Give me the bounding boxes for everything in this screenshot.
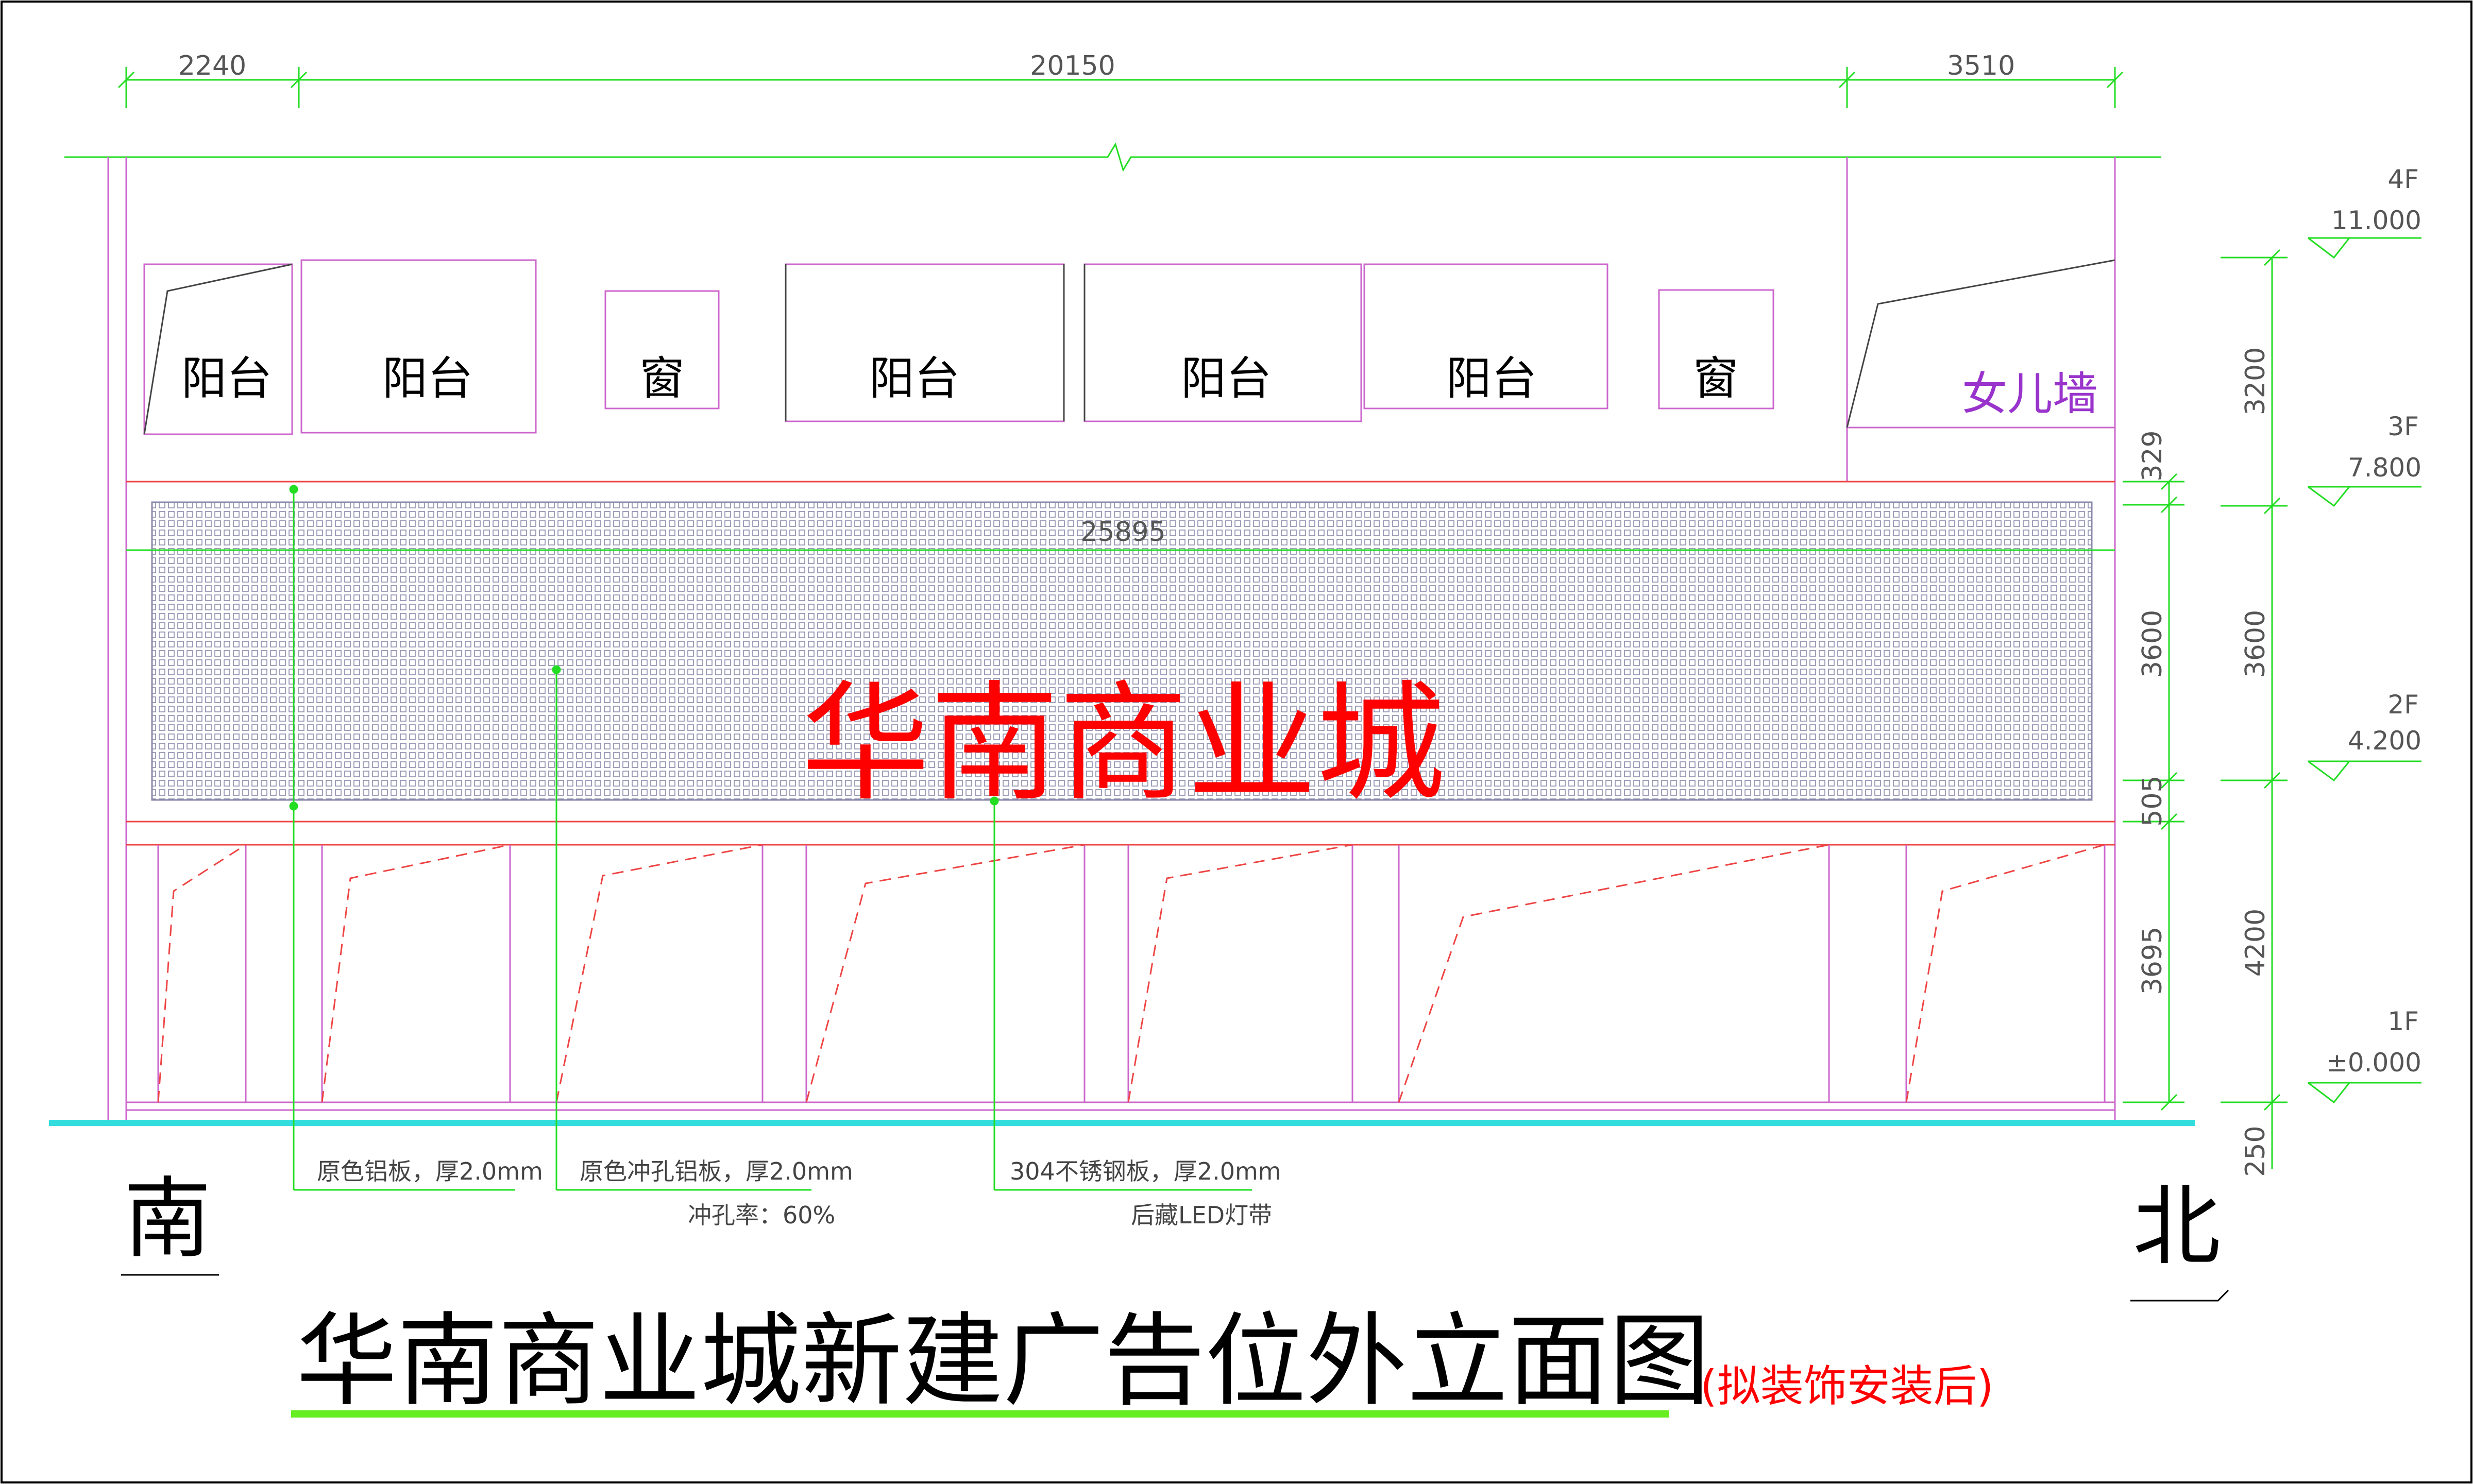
drawing-title: 华南商业城新建广告位外立面图 xyxy=(296,1303,1710,1420)
storefront-bays xyxy=(157,845,2106,1102)
room-label-balcony-1: 阳台 xyxy=(181,352,272,405)
room-label-balcony-3: 阳台 xyxy=(869,352,960,405)
sign-text: 华南商业城 xyxy=(801,669,1445,818)
title-underline xyxy=(291,1410,1669,1418)
annotation-aluminium-plate: 原色铝板，厚2.0mm xyxy=(317,1157,543,1185)
level-marker-2f: 2F 4.200 xyxy=(2308,690,2421,782)
door-swing-lines xyxy=(157,844,2105,1103)
dim-3200: 3200 xyxy=(2240,347,2271,415)
level-marker-1f: 1F ±0.000 xyxy=(2308,1007,2421,1104)
drawing-subtitle: (拟装饰安装后) xyxy=(1700,1361,1994,1411)
elevation-drawing: 2240 20150 3510 阳台 阳台 窗 阳台 阳台 阳台 窗 女儿墙 2… xyxy=(1,1,2472,1483)
perspective-lines xyxy=(143,259,2115,435)
parapet-label: 女儿墙 xyxy=(1962,367,2098,420)
dim-3695: 3695 xyxy=(2137,927,2168,995)
dim-329: 329 xyxy=(2137,430,2168,481)
annotation-stainless-steel: 304不锈钢板，厚2.0mm xyxy=(1010,1157,1281,1185)
dim-25895: 25895 xyxy=(1080,517,1165,548)
level-marker-4f: 4F 11.000 xyxy=(2308,164,2421,259)
dim-3510: 3510 xyxy=(1947,50,2015,81)
level-3f-elevation: 7.800 xyxy=(2348,453,2421,483)
level-3f-floor: 3F xyxy=(2387,412,2419,441)
level-2f-elevation: 4.200 xyxy=(2348,726,2421,756)
annotation-perforated-aluminium: 原色冲孔铝板，厚2.0mm xyxy=(580,1157,853,1185)
room-label-window-2: 窗 xyxy=(1693,352,1738,405)
compass-south: 南 xyxy=(124,1168,211,1270)
room-label-balcony-2: 阳台 xyxy=(382,352,473,405)
dim-2240: 2240 xyxy=(178,50,246,81)
level-1f-floor: 1F xyxy=(2387,1007,2419,1036)
compass-north: 北 xyxy=(2133,1176,2221,1278)
dim-250: 250 xyxy=(2240,1125,2271,1176)
level-4f-floor: 4F xyxy=(2387,164,2419,194)
dim-3600-outer: 3600 xyxy=(2240,610,2271,678)
balcony-box-1 xyxy=(143,263,293,435)
dim-3600-inner: 3600 xyxy=(2137,610,2168,678)
level-1f-elevation: ±0.000 xyxy=(2326,1048,2421,1078)
annotation-led-strip: 后藏LED灯带 xyxy=(1131,1201,1272,1229)
room-label-balcony-4: 阳台 xyxy=(1181,352,1272,405)
balcony-box-2 xyxy=(300,259,537,434)
compass-north-underline xyxy=(2130,1289,2229,1302)
level-2f-floor: 2F xyxy=(2387,690,2419,720)
dim-505: 505 xyxy=(2137,775,2168,826)
dim-4200: 4200 xyxy=(2240,909,2271,977)
level-marker-3f: 3F 7.800 xyxy=(2308,412,2421,507)
dim-20150: 20150 xyxy=(1030,50,1115,81)
annotation-perforation-rate: 冲孔率：60% xyxy=(688,1201,835,1229)
top-dimension xyxy=(117,67,2124,108)
room-label-window-1: 窗 xyxy=(639,352,685,405)
level-4f-elevation: 11.000 xyxy=(2331,206,2421,235)
room-label-balcony-5: 阳台 xyxy=(1446,352,1537,405)
